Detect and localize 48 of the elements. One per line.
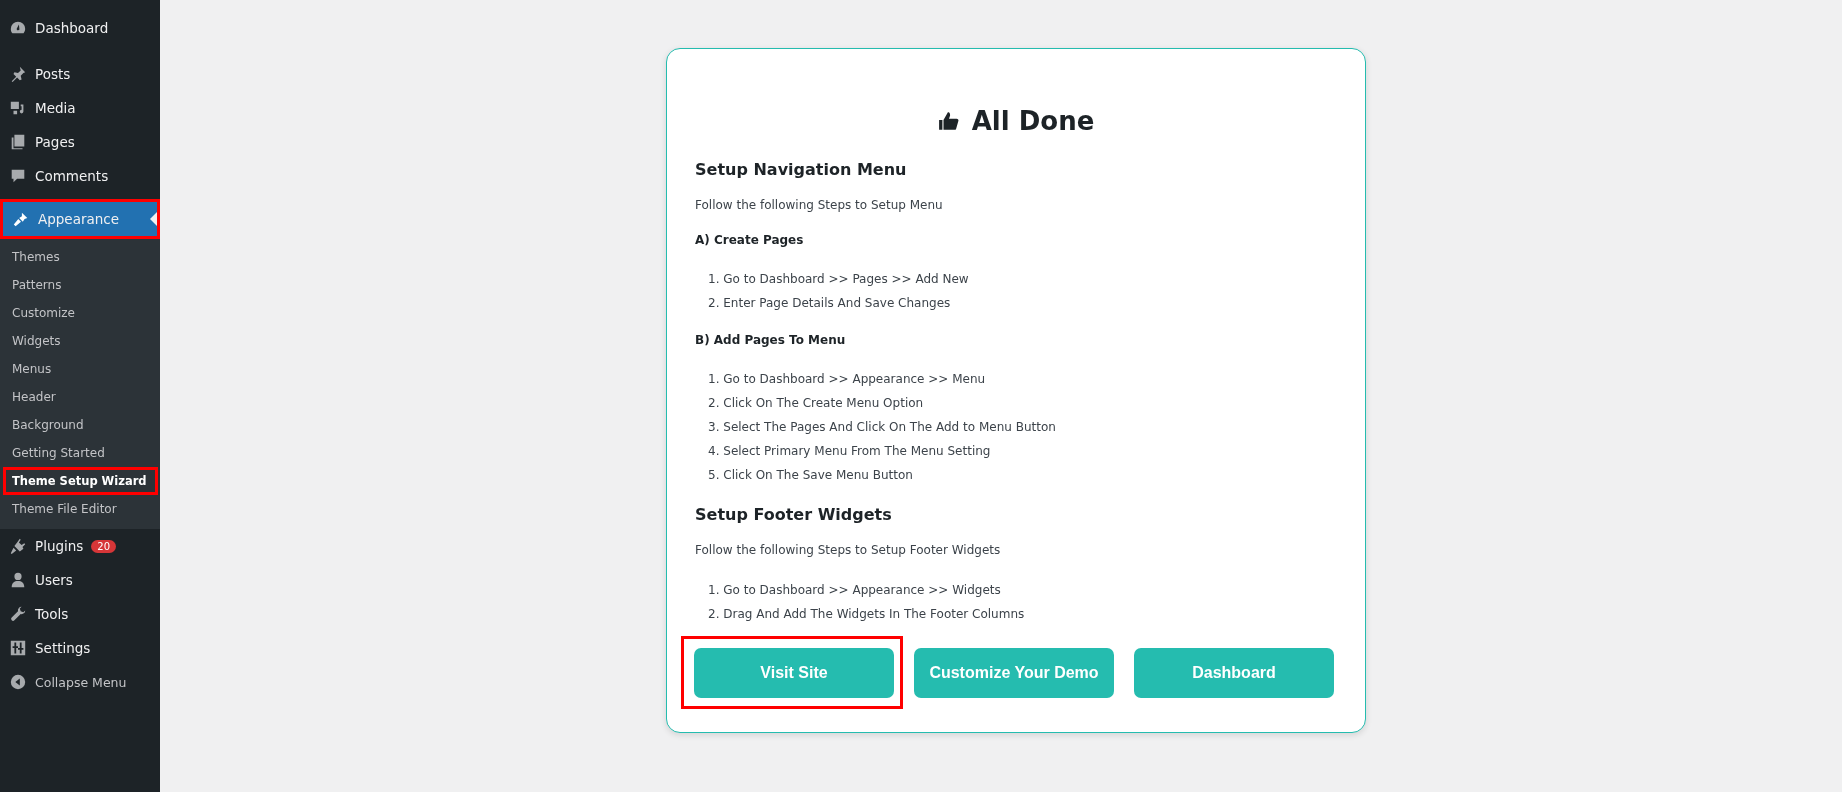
step-text: 4. Select Primary Menu From The Menu Setting (708, 443, 992, 460)
user-icon (9, 571, 27, 589)
step-text: 1. Go to Dashboard >> Pages >> Add New (708, 271, 970, 288)
submenu-item[interactable]: Theme Setup Wizard (3, 467, 158, 495)
step-text: 2. Drag And Add The Widgets In The Footer Columns (708, 606, 1026, 623)
submenu-item[interactable]: Getting Started (0, 439, 160, 467)
count-badge: 20 (91, 539, 117, 553)
submenu-item[interactable]: Customize (0, 299, 160, 327)
step-text: 2. Click On The Create Menu Option (708, 395, 925, 412)
intro-text: Follow the following Steps to Setup Footer Widgets (695, 543, 1002, 557)
collapse-menu-button[interactable]: Collapse Menu (0, 665, 160, 699)
step-text: 5. Click On The Save Menu Button (708, 467, 914, 484)
sidebar-item[interactable]: Dashboard (0, 11, 160, 45)
plug-icon (9, 537, 27, 555)
paintbrush-icon (12, 210, 30, 228)
step-text: 1. Go to Dashboard >> Appearance >> Widgets (708, 582, 1002, 599)
submenu-item[interactable]: Theme File Editor (0, 495, 160, 523)
sidebar-item[interactable]: Appearance (0, 199, 160, 239)
section-heading: Setup Footer Widgets (695, 505, 893, 524)
pin-icon (9, 65, 27, 83)
step-text: 3. Select The Pages And Click On The Add to Menu Button (708, 419, 1057, 436)
sidebar-item[interactable]: Users (0, 563, 160, 597)
submenu-item[interactable]: Menus (0, 355, 160, 383)
submenu-item[interactable]: Widgets (0, 327, 160, 355)
submenu-item[interactable]: Patterns (0, 271, 160, 299)
sidebar-item[interactable]: Posts (0, 57, 160, 91)
section-heading: Setup Navigation Menu (695, 160, 908, 179)
wrench-icon (9, 605, 27, 623)
left-arrow-circle-icon (9, 673, 27, 691)
sidebar-item[interactable]: Comments (0, 159, 160, 193)
card-title: All Done (971, 106, 1095, 136)
thumbs-up-icon (937, 110, 960, 132)
step-group-heading: A) Create Pages (695, 233, 805, 247)
sidebar-item[interactable]: Media (0, 91, 160, 125)
step-group-heading: B) Add Pages To Menu (695, 333, 847, 347)
current-arrow-icon (150, 212, 157, 226)
pages-icon (9, 133, 27, 151)
step-text: 2. Enter Page Details And Save Changes (708, 295, 952, 312)
sidebar-item[interactable]: Plugins 20 (0, 529, 160, 563)
submenu-item[interactable]: Themes (0, 243, 160, 271)
sliders-icon (9, 639, 27, 657)
sidebar-item[interactable]: Settings (0, 631, 160, 665)
sidebar-item[interactable]: Pages (0, 125, 160, 159)
submenu-item[interactable]: Background (0, 411, 160, 439)
intro-text: Follow the following Steps to Setup Menu (695, 198, 944, 212)
submenu-item[interactable]: Header (0, 383, 160, 411)
sidebar-item[interactable]: Tools (0, 597, 160, 631)
step-text: 1. Go to Dashboard >> Appearance >> Menu (708, 371, 987, 388)
